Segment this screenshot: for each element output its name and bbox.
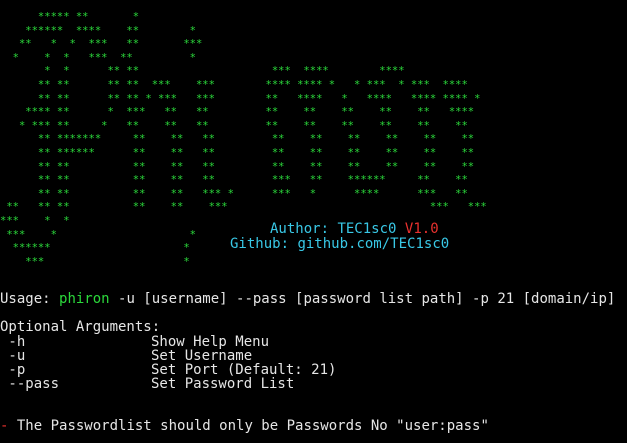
- author-label: Author:: [270, 221, 330, 237]
- github-value: github.com/TEC1sc0: [297, 236, 450, 252]
- ascii-art-line: **** ** * *** ** ** ** ** ** ** ** ****: [0, 106, 475, 119]
- ascii-art-line: *** * *: [0, 215, 70, 227]
- arg-row-pass: --pass: [0, 376, 59, 392]
- usage-line: Usage: phiron -u [username] --pass [pass…: [0, 291, 615, 307]
- ascii-art-line: ** ** ** ** * *** *** ** **** * **** ***…: [0, 92, 481, 105]
- arg-flag: --pass: [0, 376, 60, 392]
- usage-args: -u [username] --pass [password list path…: [109, 291, 616, 307]
- note-text: The Passwordlist should only be Password…: [8, 418, 489, 434]
- ascii-art-line: * * * *** ** *: [0, 51, 196, 64]
- note-line: - The Passwordlist should only be Passwo…: [0, 418, 489, 434]
- ascii-art-line: ** ****** ** ** ** ** ** ** ** ** **: [0, 147, 475, 159]
- github-line: Github: github.com/TEC1sc0: [230, 236, 449, 252]
- ascii-art-line: ** * * *** ** ***: [0, 38, 203, 51]
- version-label: V1.0: [404, 221, 439, 237]
- usage-prefix: Usage:: [0, 291, 60, 307]
- ascii-art-line: * * ** ** *** **** ****: [0, 65, 405, 78]
- ascii-art-line: ** ** ** ** *** *** **** **** * * *** * …: [0, 79, 468, 91]
- ascii-art-line: ** ** ** ** *** * *** * **** *** **: [0, 187, 468, 200]
- optional-heading: Optional Arguments:: [0, 319, 161, 335]
- github-label: Github:: [230, 236, 290, 252]
- author-line: Author: TEC1sc0 V1.0: [270, 221, 439, 237]
- arg-desc-pass: Set Password List: [151, 376, 295, 392]
- ascii-art-line: ****** *: [0, 242, 190, 255]
- ascii-art-line: *** *: [0, 255, 190, 268]
- ascii-art-line: ** ******* ** ** ** ** ** ** ** ** **: [0, 133, 475, 146]
- author-value: TEC1sc0: [337, 221, 397, 237]
- ascii-art-line: ** ** ** ** ** *** ** ****** ** **: [0, 174, 468, 187]
- ascii-art-line: *** * *: [0, 228, 196, 241]
- usage-command: phiron: [59, 291, 110, 307]
- ascii-art-line: ****** **** ** *: [0, 24, 196, 37]
- ascii-art-line: ***** ** *: [0, 11, 140, 23]
- ascii-art-line: ** ** ** ** ** ** ** ** ** ** **: [0, 160, 475, 173]
- terminal-window[interactable]: ***** ** * ****** **** ** * ** * * *** *…: [0, 0, 627, 443]
- ascii-art-line: * *** ** * ** ** ** ** ** ** ** ** **: [0, 119, 468, 132]
- ascii-art-line: ** ** ** ** ** *** *** ***: [0, 201, 487, 214]
